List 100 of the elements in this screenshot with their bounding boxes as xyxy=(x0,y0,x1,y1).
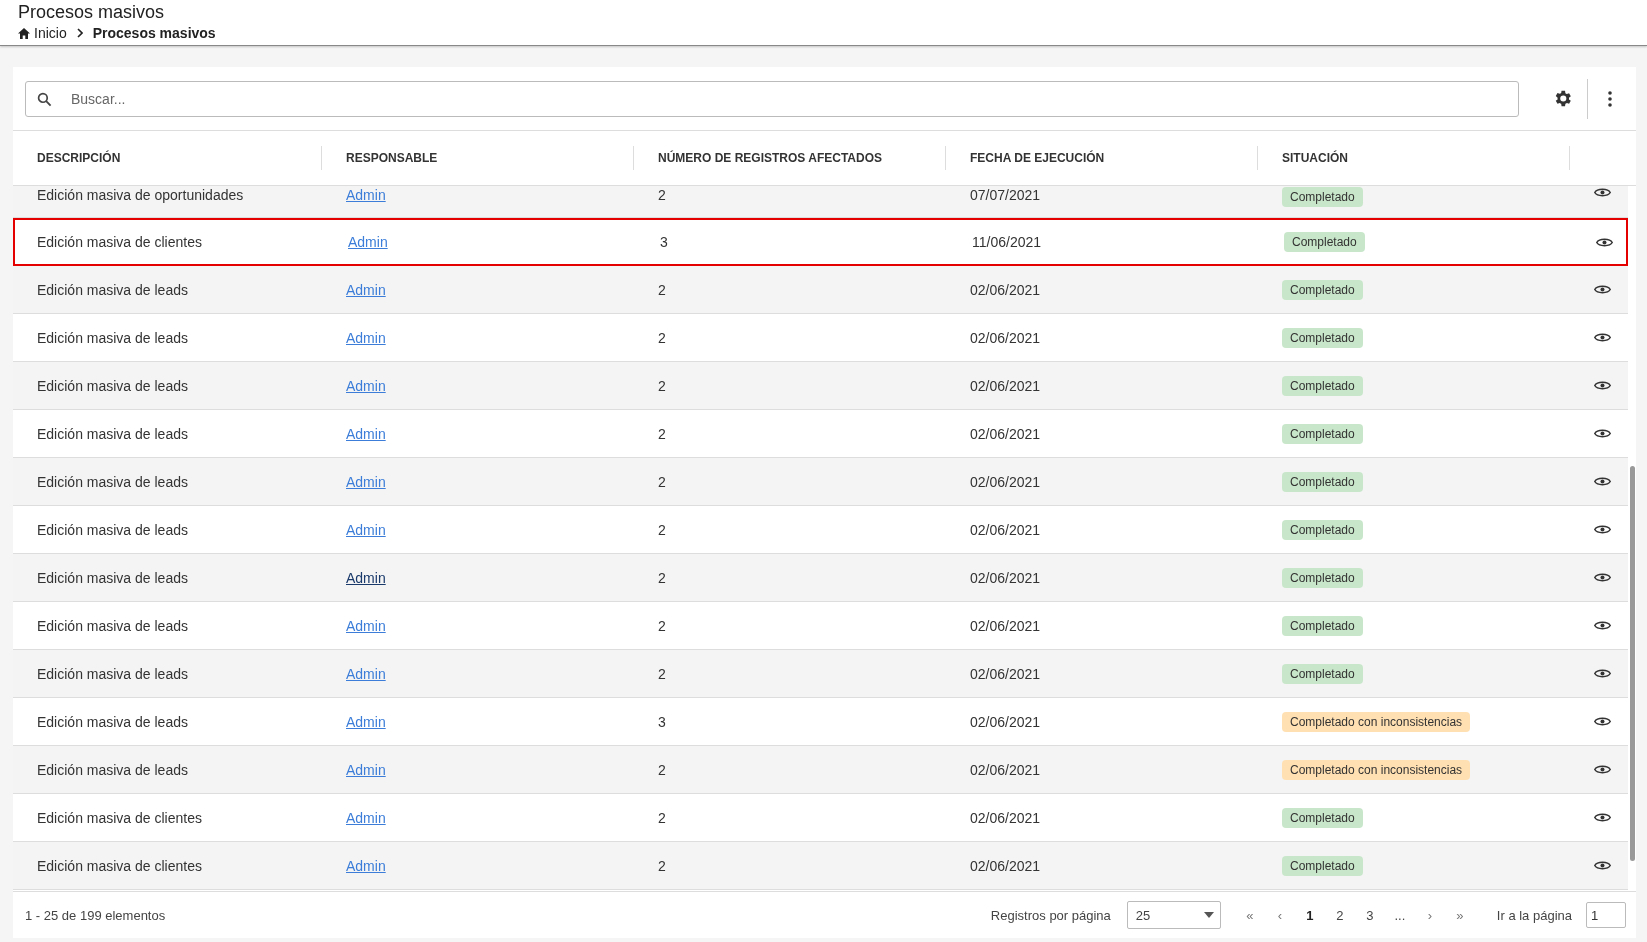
status-badge: Completado xyxy=(1282,663,1363,684)
page-link[interactable]: 2 xyxy=(1324,907,1355,923)
pager-arrow[interactable]: ‹ xyxy=(1264,907,1295,923)
view-icon[interactable] xyxy=(1594,428,1611,439)
table-cell: Edición masiva de leads xyxy=(37,617,188,634)
column-header: RESPONSABLE xyxy=(346,151,438,165)
view-icon[interactable] xyxy=(1594,620,1611,631)
status-badge: Completado xyxy=(1282,615,1363,636)
owner-link[interactable]: Admin xyxy=(346,281,386,298)
table-cell: 2 xyxy=(658,665,666,682)
pager-arrow[interactable]: › xyxy=(1414,907,1445,923)
goto-page-label: Ir a la página xyxy=(1496,907,1572,923)
view-icon[interactable] xyxy=(1594,380,1611,391)
table-cell: 02/06/2021 xyxy=(970,713,1041,730)
page-title: Procesos masivos xyxy=(18,1,166,22)
status-badge: Completado xyxy=(1282,375,1363,396)
goto-page-input[interactable]: 1 xyxy=(1586,902,1626,928)
status-badge: Completado xyxy=(1284,232,1365,252)
owner-link[interactable]: Admin xyxy=(346,809,386,826)
view-icon[interactable] xyxy=(1594,764,1611,775)
table-cell: 02/06/2021 xyxy=(970,665,1041,682)
breadcrumb-link[interactable]: Inicio xyxy=(34,25,67,41)
table-cell: 02/06/2021 xyxy=(970,377,1041,394)
owner-link[interactable]: Admin xyxy=(346,569,386,586)
status-badge: Completado xyxy=(1282,567,1363,588)
table-cell: 2 xyxy=(658,329,666,346)
table-cell: 2 xyxy=(658,187,666,203)
table-cell: 02/06/2021 xyxy=(970,809,1041,826)
breadcrumb-current: Procesos masivos xyxy=(92,25,216,41)
more-menu-icon[interactable] xyxy=(1608,90,1612,107)
column-header: NÚMERO DE REGISTROS AFECTADOS xyxy=(658,151,882,165)
owner-link[interactable]: Admin xyxy=(346,665,386,682)
table-cell: 2 xyxy=(658,521,666,538)
status-badge: Completado xyxy=(1282,279,1363,300)
owner-link[interactable]: Admin xyxy=(346,187,386,203)
owner-link[interactable]: Admin xyxy=(346,857,386,874)
status-badge: Completado xyxy=(1282,423,1363,444)
owner-link[interactable]: Admin xyxy=(346,329,386,346)
table-cell: Edición masiva de leads xyxy=(37,281,188,298)
table-cell: Edición masiva de leads xyxy=(37,665,188,682)
column-header: DESCRIPCIÓN xyxy=(37,151,121,165)
table-cell: 11/06/2021 xyxy=(972,234,1042,250)
owner-link[interactable]: Admin xyxy=(346,473,386,490)
table-cell: 02/06/2021 xyxy=(970,425,1041,442)
page-link[interactable]: 3 xyxy=(1354,907,1385,923)
status-badge: Completado con inconsistencias xyxy=(1282,711,1471,732)
view-icon[interactable] xyxy=(1594,860,1611,871)
page-link[interactable]: 1 xyxy=(1294,907,1325,923)
table-cell: Edición masiva de leads xyxy=(37,521,188,538)
table-cell: 02/06/2021 xyxy=(970,569,1041,586)
table-cell: 2 xyxy=(658,425,666,442)
table-cell: 2 xyxy=(658,569,666,586)
table-cell: 3 xyxy=(660,234,668,250)
view-icon[interactable] xyxy=(1594,716,1611,727)
table-cell: 2 xyxy=(658,809,666,826)
table-cell: 2 xyxy=(658,617,666,634)
table-cell: Edición masiva de clientes xyxy=(37,809,202,826)
table-cell: Edición masiva de leads xyxy=(37,569,188,586)
view-icon[interactable] xyxy=(1594,524,1611,535)
table-cell: 2 xyxy=(658,377,666,394)
table-cell: Edición masiva de leads xyxy=(37,377,188,394)
owner-link[interactable]: Admin xyxy=(346,617,386,634)
table-cell: Edición masiva de clientes xyxy=(37,857,202,874)
table-cell: 02/06/2021 xyxy=(970,857,1041,874)
page-size-select[interactable]: 25 xyxy=(1126,901,1221,929)
status-badge: Completado xyxy=(1282,519,1363,540)
status-badge: Completado xyxy=(1282,327,1363,348)
table-cell: 3 xyxy=(658,713,666,730)
column-header: FECHA DE EJECUCIÓN xyxy=(970,151,1105,165)
pagination-summary: 1 - 25 de 199 elementos xyxy=(25,907,166,923)
view-icon[interactable] xyxy=(1594,812,1611,823)
home-icon xyxy=(18,27,30,39)
table-cell: 02/06/2021 xyxy=(970,473,1041,490)
scrollbar[interactable] xyxy=(1630,466,1635,861)
status-badge: Completado xyxy=(1282,807,1363,828)
pager-arrow[interactable]: » xyxy=(1444,907,1475,923)
page-link[interactable]: ... xyxy=(1384,907,1415,923)
search-field[interactable]: Buscar... xyxy=(25,80,1519,117)
view-icon[interactable] xyxy=(1594,332,1611,343)
table-cell: 07/07/2021 xyxy=(970,187,1041,203)
view-icon[interactable] xyxy=(1594,284,1611,295)
table-cell: 02/06/2021 xyxy=(970,761,1041,778)
page-size-label: Registros por página xyxy=(990,907,1111,923)
owner-link[interactable]: Admin xyxy=(346,521,386,538)
status-badge: Completado con inconsistencias xyxy=(1282,759,1471,780)
status-badge: Completado xyxy=(1282,471,1363,492)
owner-link[interactable]: Admin xyxy=(346,377,386,394)
owner-link[interactable]: Admin xyxy=(348,234,388,250)
view-icon[interactable] xyxy=(1594,187,1611,198)
view-icon[interactable] xyxy=(1596,236,1613,248)
owner-link[interactable]: Admin xyxy=(346,425,386,442)
owner-link[interactable]: Admin xyxy=(346,761,386,778)
table-cell: 02/06/2021 xyxy=(970,521,1041,538)
owner-link[interactable]: Admin xyxy=(346,713,386,730)
view-icon[interactable] xyxy=(1594,572,1611,583)
view-icon[interactable] xyxy=(1594,476,1611,487)
pager-arrow[interactable]: « xyxy=(1234,907,1265,923)
view-icon[interactable] xyxy=(1594,668,1611,679)
table-cell: 2 xyxy=(658,857,666,874)
column-header: SITUACIÓN xyxy=(1282,151,1348,165)
